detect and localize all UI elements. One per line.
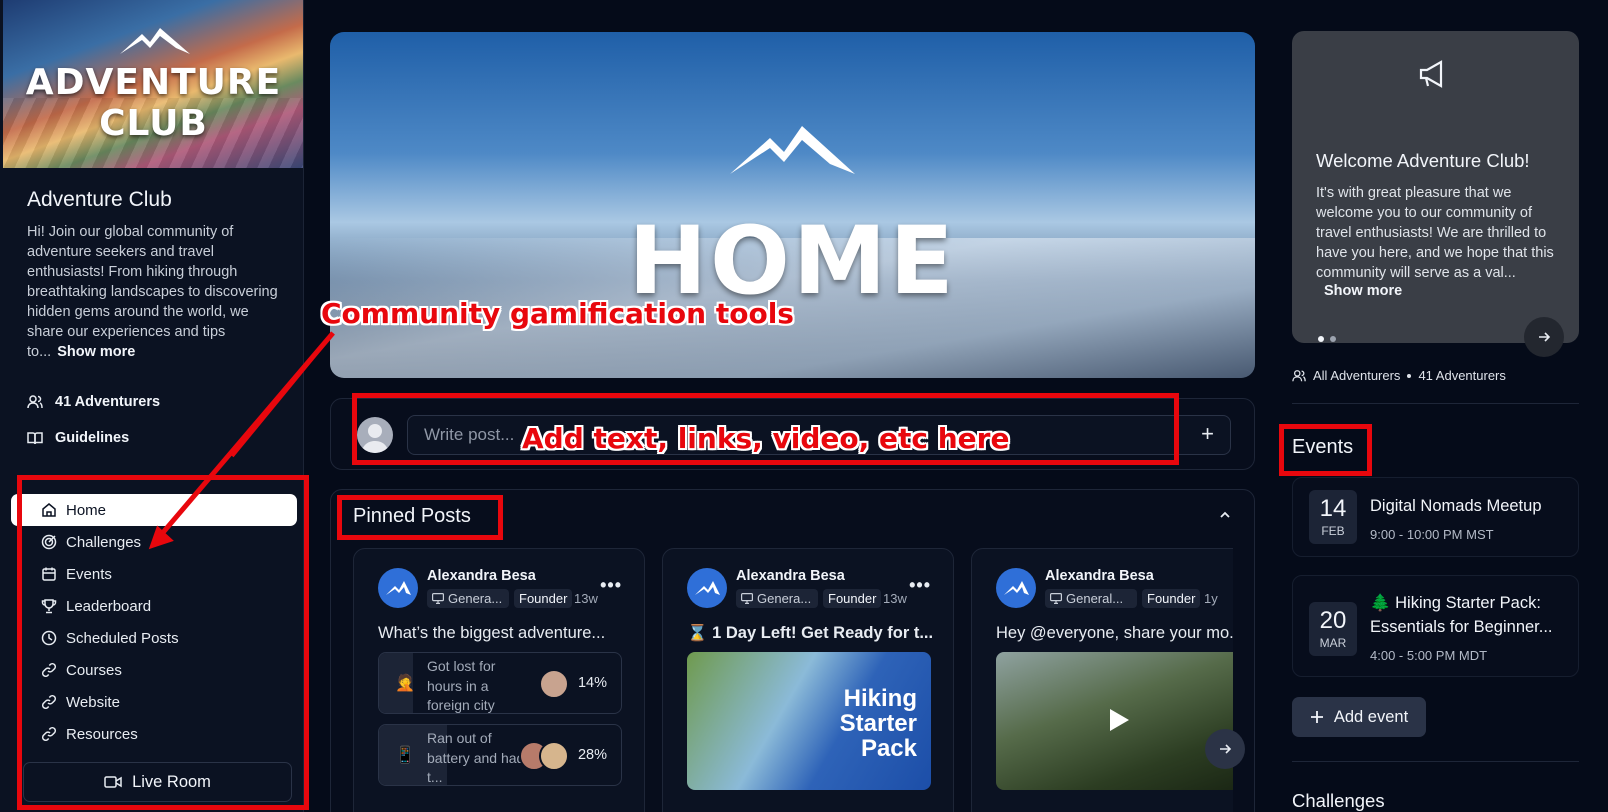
annotation-gamification-label: Community gamification tools	[321, 297, 794, 330]
annotation-arrow	[148, 331, 335, 550]
annotation-composer-label: Add text, links, video, etc here	[522, 422, 1010, 455]
